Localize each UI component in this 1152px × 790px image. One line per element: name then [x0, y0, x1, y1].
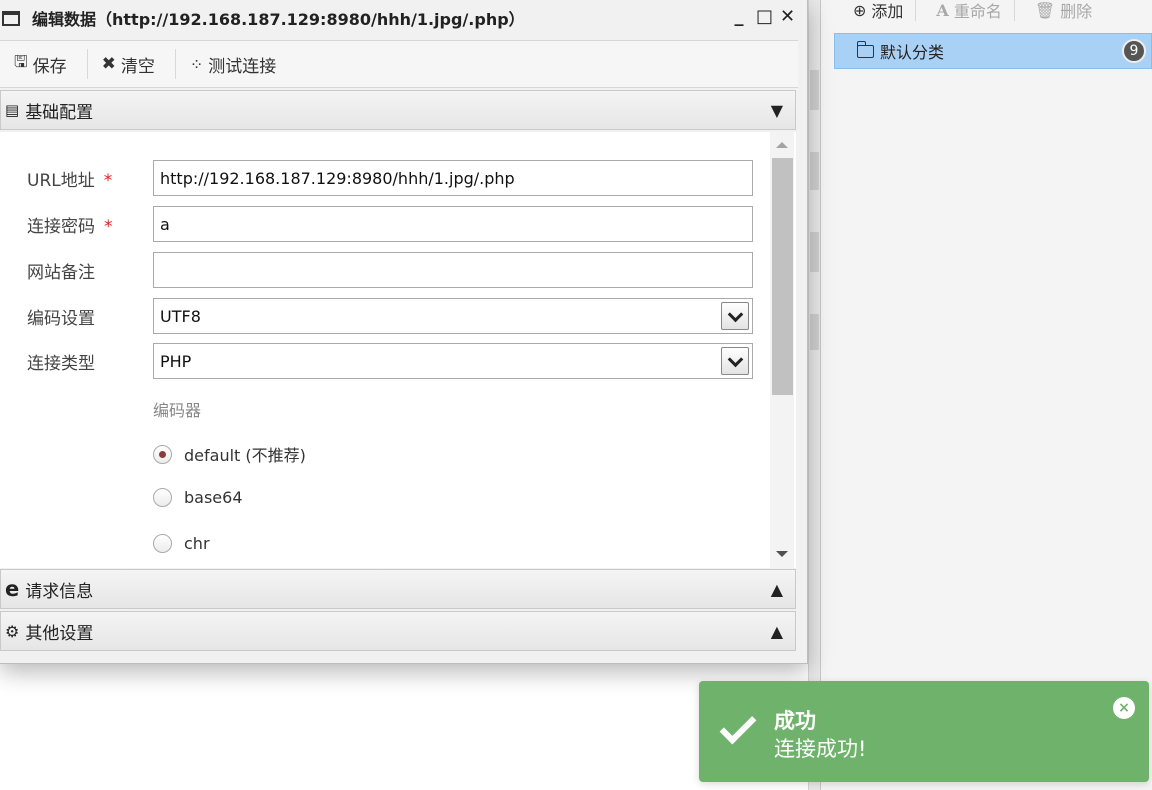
spinner-icon: ⁘: [189, 54, 204, 74]
encoding-select[interactable]: UTF8: [153, 298, 753, 334]
edit-data-dialog: 编辑数据（http://192.168.187.129:8980/hhh/1.j…: [0, 0, 808, 664]
section-title: 请求信息: [25, 581, 94, 602]
required-marker: *: [104, 216, 113, 237]
maximize-button[interactable]: □: [756, 6, 773, 27]
category-count-badge: 9: [1122, 39, 1146, 63]
chevron-up-icon: ▲: [770, 580, 783, 599]
window-icon: [2, 10, 20, 26]
basic-config-form: URL地址 * http://192.168.187.129:8980/hhh/1…: [0, 132, 796, 568]
chevron-down-icon[interactable]: [721, 347, 749, 375]
add-category-button[interactable]: ⊕ 添加: [833, 0, 915, 22]
dialog-titlebar[interactable]: 编辑数据（http://192.168.187.129:8980/hhh/1.j…: [0, 0, 808, 36]
clear-button[interactable]: ✖ 清空: [88, 48, 175, 80]
connection-type-value: PHP: [160, 351, 192, 371]
x-icon: ✖: [101, 54, 116, 74]
close-button[interactable]: ✕: [780, 6, 795, 27]
save-button[interactable]: 🖫 保存: [0, 48, 87, 80]
rename-category-button[interactable]: A 重命名: [916, 0, 1013, 22]
section-title: 其他设置: [25, 623, 94, 644]
test-connection-label: 测试连接: [208, 56, 277, 77]
delete-category-label: 删除: [1060, 2, 1093, 21]
trash-icon: 🗑: [1034, 0, 1056, 20]
encoder-option-default[interactable]: default (不推荐): [153, 442, 306, 466]
folder-icon: [856, 40, 874, 58]
category-toolbar: ⊕ 添加 A 重命名 🗑 删除: [833, 0, 1152, 28]
minimize-button[interactable]: _: [732, 6, 746, 27]
browser-e-icon: e: [5, 576, 20, 601]
scrollbar-thumb[interactable]: [772, 158, 793, 395]
plus-circle-icon: ⊕: [853, 0, 867, 20]
url-input[interactable]: http://192.168.187.129:8980/hhh/1.jpg/.p…: [153, 160, 753, 196]
section-basic-config-header[interactable]: ▤ 基础配置 ▼: [0, 90, 796, 130]
encoder-option-chr[interactable]: chr: [153, 534, 210, 553]
category-item-default[interactable]: 默认分类 9: [834, 33, 1152, 69]
toast-title: 成功: [774, 709, 816, 733]
rename-category-label: 重命名: [953, 2, 1002, 21]
required-marker: *: [103, 170, 113, 191]
connection-type-label: 连接类型: [27, 353, 95, 374]
encoder-option-base64[interactable]: base64: [153, 488, 243, 507]
scroll-down-arrow[interactable]: [776, 551, 788, 557]
category-item-label: 默认分类: [880, 43, 945, 62]
test-connection-button[interactable]: ⁘ 测试连接: [176, 48, 296, 80]
success-toast: 成功 连接成功! ×: [699, 681, 1149, 782]
chevron-up-icon: ▲: [770, 622, 783, 641]
category-panel: [820, 0, 1152, 790]
radio-unselected[interactable]: [153, 488, 172, 507]
encoder-option-label: chr: [184, 534, 210, 553]
chevron-down-icon[interactable]: [721, 302, 749, 330]
encoder-option-label: base64: [184, 488, 243, 507]
panel-splitter[interactable]: [808, 0, 820, 790]
add-category-label: 添加: [871, 2, 904, 21]
section-request-info-header[interactable]: e 请求信息 ▲: [0, 569, 796, 609]
url-label: URL地址 *: [27, 170, 113, 191]
dialog-title: 编辑数据（http://192.168.187.129:8980/hhh/1.j…: [32, 10, 525, 29]
delete-category-button[interactable]: 🗑 删除: [1015, 0, 1104, 22]
toast-message: 连接成功!: [774, 737, 867, 761]
encoder-option-label: default (不推荐): [184, 446, 306, 465]
password-input[interactable]: a: [153, 206, 753, 242]
encoder-title: 编码器: [153, 401, 202, 420]
chevron-down-icon: ▼: [770, 101, 783, 120]
section-title: 基础配置: [25, 102, 94, 123]
toast-close-button[interactable]: ×: [1113, 697, 1135, 719]
gears-icon: ⚙: [5, 621, 20, 641]
encoding-label: 编码设置: [27, 308, 95, 329]
note-input[interactable]: [153, 252, 753, 288]
connection-type-select[interactable]: PHP: [153, 343, 753, 379]
save-label: 保存: [32, 56, 67, 77]
font-icon: A: [936, 0, 949, 20]
password-label: 连接密码 *: [27, 216, 113, 237]
document-icon: ▤: [5, 101, 20, 119]
note-label: 网站备注: [27, 262, 95, 283]
section-other-settings-header[interactable]: ⚙ 其他设置 ▲: [0, 611, 796, 651]
checkmark-icon: [719, 707, 757, 745]
encoding-value: UTF8: [160, 306, 201, 326]
dialog-toolbar: 🖫 保存 ✖ 清空 ⁘ 测试连接: [0, 40, 798, 88]
clear-label: 清空: [120, 56, 155, 77]
radio-unselected[interactable]: [153, 534, 172, 553]
floppy-disk-icon: 🖫: [14, 51, 28, 71]
radio-selected[interactable]: [153, 444, 172, 464]
scroll-up-arrow[interactable]: [776, 142, 788, 148]
